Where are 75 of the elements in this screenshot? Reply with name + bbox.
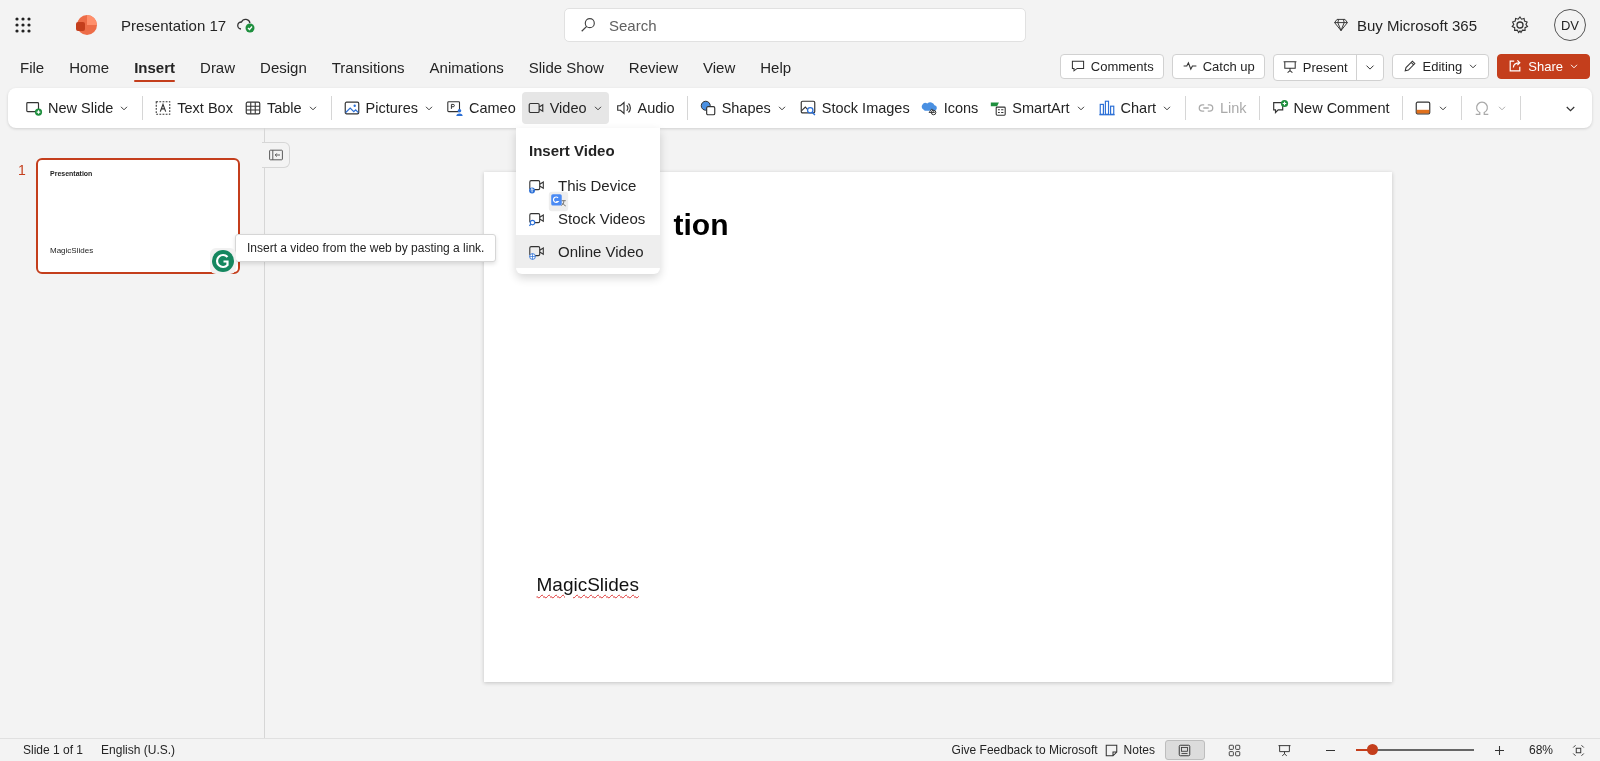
fill-color-icon	[1413, 99, 1432, 117]
present-label[interactable]: Present	[1302, 59, 1348, 75]
ribbon-button[interactable]: Chart	[1092, 92, 1178, 124]
ribbon-button[interactable]: Table	[238, 92, 324, 124]
slide-title[interactable]: tion	[673, 208, 729, 242]
ribbon-tab[interactable]: Animations	[419, 52, 514, 82]
collapse-panel-icon	[267, 147, 284, 163]
presenter-icon	[1281, 59, 1298, 75]
ribbon-tab[interactable]: Insert	[124, 52, 186, 82]
ribbon-button[interactable]: Icons	[915, 92, 984, 124]
fit-to-window-icon[interactable]	[1571, 742, 1586, 758]
speech-bubble-icon	[1069, 58, 1086, 74]
normal-view-icon	[1177, 742, 1193, 758]
ribbon-button[interactable]: Stock Images	[793, 92, 915, 124]
new-slide-icon	[25, 99, 43, 117]
ribbon-tab[interactable]: Slide Show	[518, 52, 614, 82]
table-icon	[243, 99, 262, 117]
search-icon	[579, 16, 597, 34]
language-label[interactable]: English (U.S.)	[101, 743, 176, 757]
tooltip: Insert a video from the web by pasting a link.	[235, 234, 497, 262]
zoom-thumb[interactable]	[1367, 744, 1379, 755]
pencil-icon	[1401, 58, 1418, 74]
ribbon-button[interactable]: Audio	[609, 92, 680, 124]
view-button[interactable]	[1164, 740, 1205, 760]
menu-item[interactable]: Stock Videos	[516, 202, 660, 235]
toolbar-button[interactable]: Catch up	[1171, 53, 1265, 79]
toolbar-button[interactable]: Comments	[1059, 53, 1164, 79]
ribbon-tab[interactable]: Draw	[190, 52, 246, 82]
ribbon-tab[interactable]: Home	[59, 52, 120, 82]
picture-icon	[342, 99, 361, 117]
ribbon-button[interactable]: SmartArt	[984, 92, 1092, 124]
menu-item[interactable]: Online Video	[516, 235, 660, 268]
cameo-icon	[445, 99, 464, 117]
menu-heading: Insert Video	[528, 141, 616, 161]
ribbon-button[interactable]: Cameo	[440, 92, 521, 124]
ribbon-tab[interactable]: Design	[250, 52, 317, 82]
shapes-icon	[698, 99, 717, 117]
ribbon-button[interactable]: Shapes	[693, 92, 793, 124]
speaker-icon	[614, 99, 633, 117]
search-field[interactable]: Search	[564, 8, 1026, 42]
ribbon-button[interactable]: Video	[521, 92, 609, 124]
ribbon-tab[interactable]: File	[10, 52, 55, 82]
buy-microsoft-365-button[interactable]: Buy Microsoft 365	[1332, 16, 1477, 34]
app-launcher-icon[interactable]	[14, 16, 32, 34]
stock-images-icon	[798, 99, 817, 117]
ribbon-tab[interactable]: Help	[750, 52, 802, 82]
slide-number: 1	[18, 162, 27, 178]
collapse-panel-button[interactable]	[262, 142, 290, 168]
slide-sorter-icon	[1227, 742, 1243, 758]
ribbon-button[interactable]: Pictures	[337, 92, 440, 124]
ribbon-tab[interactable]: View	[693, 52, 746, 82]
ribbon-tab[interactable]: Review	[618, 52, 688, 82]
settings-icon[interactable]	[1510, 15, 1530, 35]
notes-button[interactable]: Notes	[1103, 742, 1155, 758]
feedback-link[interactable]: Give Feedback to Microsoft	[951, 743, 1098, 757]
toolbar-button[interactable]: Editing	[1391, 53, 1490, 79]
document-title[interactable]: Presentation 17	[121, 16, 227, 34]
note-icon	[1103, 742, 1119, 758]
slide-footer-text[interactable]: MagicSlides	[536, 574, 639, 596]
powerpoint-logo-icon[interactable]	[74, 13, 98, 37]
present-split-button[interactable]: Present	[1272, 53, 1384, 81]
ribbon-button[interactable]: Text Box	[149, 92, 238, 124]
thumbnail-footer: MagicSlides	[50, 246, 94, 255]
icons-icon	[920, 99, 939, 117]
zoom-percentage[interactable]: 68%	[1528, 743, 1553, 757]
ribbon-button[interactable]: New Comment	[1265, 92, 1395, 124]
bar-chart-icon	[1097, 99, 1116, 117]
slide-counter: Slide 1 of 1	[23, 743, 84, 757]
text-box-icon	[154, 99, 173, 117]
ribbon-tab[interactable]: Transitions	[321, 52, 415, 82]
presenter-icon	[1277, 742, 1293, 758]
ribbon-button[interactable]: New Slide	[20, 92, 136, 124]
diamond-icon	[1332, 17, 1349, 33]
grammarly-g-icon[interactable]	[210, 248, 236, 274]
share-button[interactable]: Share	[1497, 53, 1590, 79]
